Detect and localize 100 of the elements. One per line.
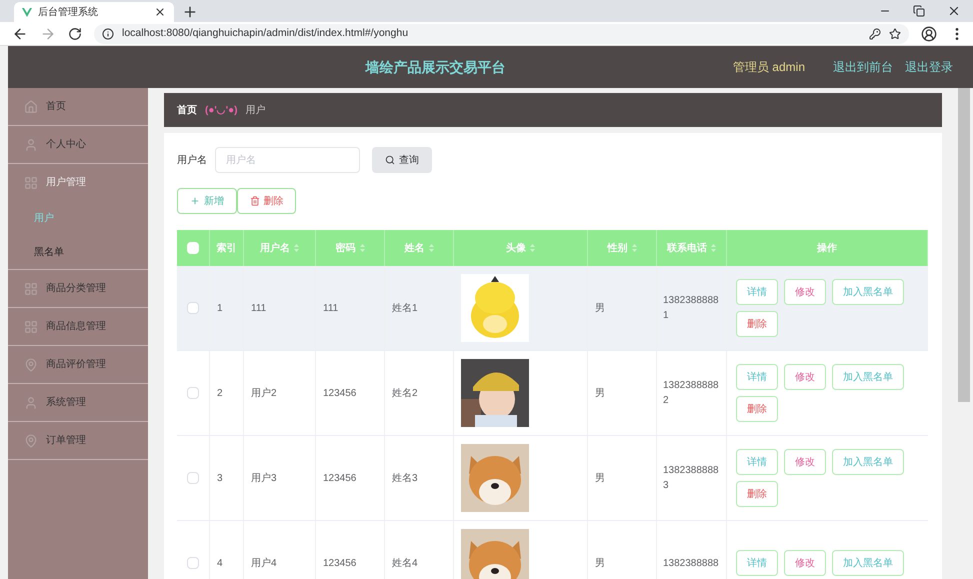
- sort-icon[interactable]: [360, 244, 364, 252]
- table-cell-text: 1382388888: [663, 556, 719, 570]
- table-cell-text: 4: [217, 556, 223, 570]
- plus-icon: [190, 196, 200, 206]
- table-cell-text: 姓名4: [392, 556, 418, 570]
- table-cell-text: 13823888882: [663, 379, 720, 408]
- breadcrumb-link[interactable]: 首页: [177, 102, 197, 118]
- sort-icon[interactable]: [428, 244, 434, 252]
- table-cell-text: 姓名3: [392, 472, 418, 486]
- close-icon[interactable]: [154, 6, 166, 18]
- table-cell-text: 男: [595, 556, 605, 570]
- search-field[interactable]: 用户名: [215, 147, 360, 173]
- header-link[interactable]: 退出到前台: [833, 58, 893, 76]
- delete-button[interactable]: 删除: [237, 188, 296, 214]
- sidebar-item[interactable]: 商品分类管理: [8, 270, 148, 307]
- star-icon[interactable]: [889, 28, 901, 40]
- tab-title: 后台管理系统: [38, 6, 99, 20]
- forward-icon[interactable]: [40, 26, 56, 42]
- table-cell-text: 姓名2: [392, 386, 418, 400]
- table-cell-text: 用户3: [251, 472, 277, 486]
- grid-icon: [24, 282, 38, 296]
- sidebar-subitem[interactable]: 黑名单: [8, 235, 148, 269]
- new-tab-icon[interactable]: [182, 4, 198, 20]
- sidebar-item[interactable]: 首页: [8, 88, 148, 125]
- table-cell-text: 男: [595, 386, 605, 400]
- browser-tab[interactable]: 后台管理系统: [14, 2, 174, 22]
- grid-icon: [24, 320, 38, 334]
- sidebar-item[interactable]: 用户管理: [8, 164, 148, 201]
- table-cell-text: 111: [251, 302, 266, 316]
- row-action-button[interactable]: 加入黑名单: [832, 449, 904, 475]
- row-action-button[interactable]: 删除: [736, 311, 778, 337]
- info-icon: [102, 28, 114, 40]
- row-action-button[interactable]: 删除: [736, 481, 778, 507]
- home-icon: [24, 100, 38, 114]
- table-cell-text: 13823888883: [663, 464, 720, 493]
- user-icon: [24, 396, 38, 410]
- row-checkbox[interactable]: [187, 302, 199, 314]
- row-action-button[interactable]: 删除: [736, 396, 778, 422]
- table-cell-text: 2: [217, 386, 223, 400]
- pin-icon: [24, 434, 38, 448]
- table-cell-text: 13823888881: [663, 294, 720, 323]
- row-action-button[interactable]: 详情: [736, 449, 778, 475]
- scrollbar-thumb[interactable]: [958, 88, 970, 402]
- row-action-button[interactable]: 修改: [784, 279, 826, 305]
- back-icon[interactable]: [12, 26, 28, 42]
- site-title: 墙绘产品展示交易平台: [365, 58, 506, 76]
- sort-icon[interactable]: [294, 244, 299, 252]
- search-label: 用户名: [177, 154, 207, 168]
- search-icon: [385, 155, 395, 165]
- grid-icon: [24, 176, 38, 190]
- pin-icon: [24, 358, 38, 372]
- breadcrumb-separator: (●'◡'●): [205, 104, 238, 118]
- row-action-button[interactable]: 修改: [784, 550, 826, 576]
- sidebar-item[interactable]: 商品评价管理: [8, 346, 148, 383]
- search-button[interactable]: 查询: [372, 147, 432, 173]
- select-all-checkbox[interactable]: [187, 242, 199, 254]
- table-cell-text: 123456: [323, 472, 356, 486]
- url-text: localhost:8080/qianghuichapin/admin/dist/index.html#/yonghu: [122, 26, 410, 41]
- close-icon[interactable]: [947, 4, 961, 18]
- sort-icon[interactable]: [530, 244, 535, 252]
- breadcrumb-current: 用户: [246, 104, 266, 118]
- add-button[interactable]: 新增: [177, 188, 237, 214]
- sidebar-item[interactable]: 个人中心: [8, 126, 148, 163]
- row-checkbox[interactable]: [187, 557, 199, 569]
- sidebar-subitem[interactable]: 用户: [8, 201, 148, 235]
- sidebar-item[interactable]: 系统管理: [8, 384, 148, 421]
- sort-icon[interactable]: [632, 244, 636, 252]
- row-action-button[interactable]: 修改: [784, 449, 826, 475]
- sidebar-item[interactable]: 订单管理: [8, 422, 148, 459]
- table-cell-text: 1: [217, 302, 223, 316]
- row-action-button[interactable]: 详情: [736, 279, 778, 305]
- reload-icon[interactable]: [68, 26, 82, 40]
- row-action-button[interactable]: 加入黑名单: [832, 364, 904, 390]
- row-action-button[interactable]: 加入黑名单: [832, 279, 904, 305]
- row-action-button[interactable]: 详情: [736, 364, 778, 390]
- account-icon[interactable]: [921, 26, 937, 42]
- table-cell-text: 男: [595, 472, 605, 486]
- trash-icon: [250, 196, 260, 206]
- logo-icon: [22, 8, 32, 16]
- table-cell-text: 111: [323, 302, 338, 316]
- table-cell-text: 3: [217, 472, 223, 486]
- row-action-button[interactable]: 修改: [784, 364, 826, 390]
- table-cell-text: 123456: [323, 386, 356, 400]
- table-cell-text: 男: [595, 302, 605, 316]
- row-action-button[interactable]: 详情: [736, 550, 778, 576]
- table-cell-text: 用户4: [251, 556, 277, 570]
- table-cell-text: 姓名1: [392, 302, 418, 316]
- user-label: 管理员 admin: [732, 59, 805, 76]
- row-checkbox[interactable]: [187, 387, 199, 399]
- key-icon[interactable]: [869, 28, 881, 40]
- restore-icon[interactable]: [913, 5, 925, 17]
- sort-icon[interactable]: [711, 244, 716, 252]
- address-bar[interactable]: localhost:8080/qianghuichapin/admin/dist/index.html#/yonghu: [94, 24, 909, 44]
- table-cell-text: 123456: [323, 556, 356, 570]
- user-icon: [24, 138, 38, 152]
- sidebar-item[interactable]: 商品信息管理: [8, 308, 148, 345]
- row-checkbox[interactable]: [187, 472, 199, 484]
- table-cell-text: 用户2: [251, 386, 277, 400]
- header-link[interactable]: 退出登录: [905, 58, 953, 76]
- row-action-button[interactable]: 加入黑名单: [832, 550, 904, 576]
